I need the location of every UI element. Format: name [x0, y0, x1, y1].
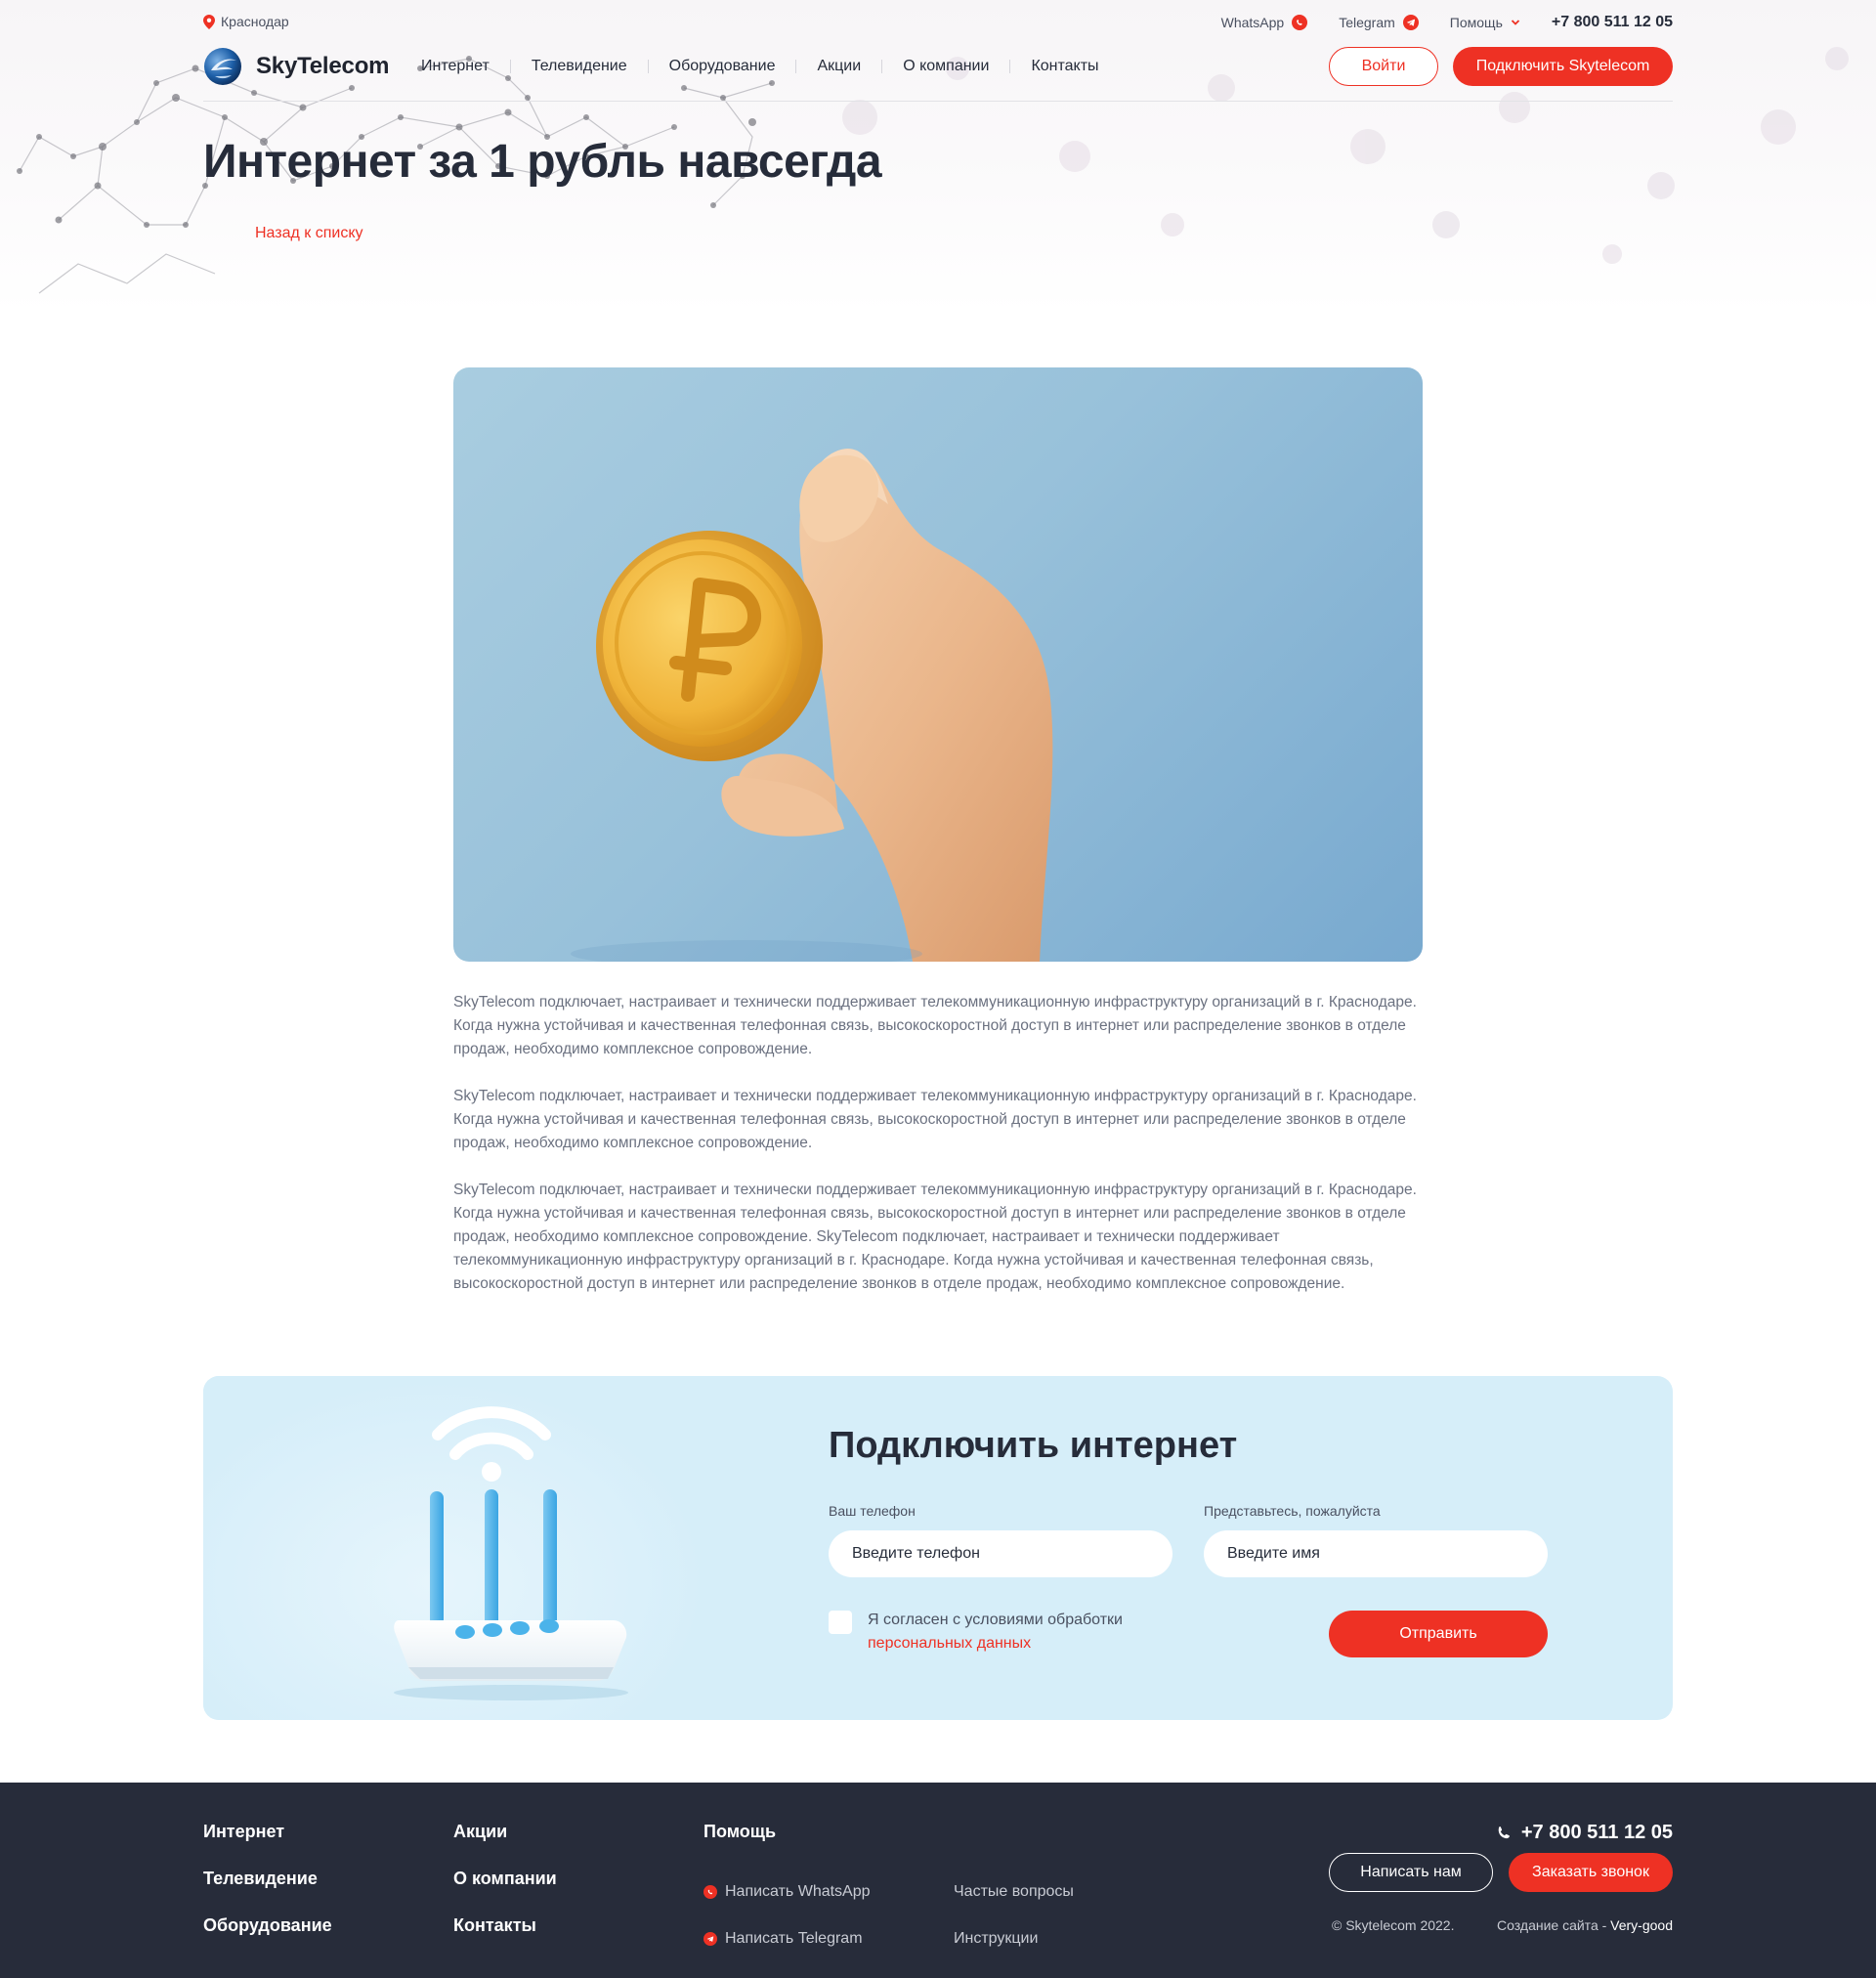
footer-link-promotions[interactable]: Акции: [453, 1822, 557, 1869]
consent-checkbox[interactable]: [829, 1611, 852, 1634]
write-us-button[interactable]: Написать нам: [1329, 1853, 1493, 1892]
chevron-down-icon: [1511, 20, 1520, 25]
main-nav: Интернет Телевидение Оборудование Акции …: [421, 57, 1120, 76]
whatsapp-label: WhatsApp: [1220, 15, 1285, 30]
whatsapp-icon: [1292, 15, 1308, 30]
consent-label: Я согласен с условиями обработки: [868, 1612, 1123, 1628]
whatsapp-link[interactable]: WhatsApp: [1221, 15, 1308, 30]
copyright: © Skytelecom 2022.: [1332, 1917, 1455, 1933]
phone-icon: [1498, 1826, 1510, 1838]
logo[interactable]: SkyTelecom: [203, 47, 389, 86]
article-body: SkyTelecom подключает, настраивает и тех…: [453, 991, 1423, 1319]
top-links: WhatsApp Telegram Помощь +7 800 511 12 0…: [1221, 14, 1673, 31]
back-to-list-link[interactable]: Назад к списку: [255, 225, 363, 242]
skytelecom-logo-icon: [204, 48, 241, 85]
telegram-link[interactable]: Telegram: [1339, 15, 1419, 30]
help-label: Помощь: [1449, 15, 1503, 30]
footer-whatsapp-label: Написать WhatsApp: [725, 1883, 871, 1900]
footer-link-equipment[interactable]: Оборудование: [203, 1915, 332, 1962]
footer-help-title: Помощь: [704, 1822, 777, 1841]
telegram-label: Telegram: [1339, 15, 1395, 30]
footer-phone-number: +7 800 511 12 05: [1520, 1822, 1673, 1843]
nav-item-tv[interactable]: Телевидение: [511, 57, 648, 76]
footer-link-about[interactable]: О компании: [453, 1869, 557, 1915]
page-title: Интернет за 1 рубль навсегда: [203, 136, 882, 188]
connect-title: Подключить интернет: [829, 1425, 1238, 1466]
footer-link-internet[interactable]: Интернет: [203, 1822, 332, 1869]
telegram-icon: [1402, 15, 1419, 30]
whatsapp-icon: [704, 1885, 717, 1899]
header-phone[interactable]: +7 800 511 12 05: [1552, 14, 1673, 31]
router-illustration: [203, 1376, 711, 1720]
footer-faq-link[interactable]: Частые вопросы: [954, 1869, 1074, 1915]
top-bar: Краснодар WhatsApp Telegram Помощь +7 80…: [203, 14, 1673, 33]
submit-button[interactable]: Отправить: [1329, 1611, 1548, 1657]
nav-item-about[interactable]: О компании: [882, 57, 1009, 76]
article-paragraph: SkyTelecom подключает, настраивает и тех…: [453, 1088, 1417, 1151]
footer: Интернет Телевидение Оборудование Акции …: [0, 1783, 1876, 1978]
map-pin-icon: [203, 14, 215, 29]
credit-text: Создание сайта -: [1497, 1917, 1607, 1933]
wifi-router-icon: [394, 1406, 628, 1700]
footer-column-help: Помощь Написать WhatsApp Написать Telegr…: [704, 1822, 871, 1962]
article-paragraph: SkyTelecom подключает, настраивает и тех…: [453, 1182, 1417, 1292]
logo-text: SkyTelecom: [256, 53, 390, 79]
nav-item-promotions[interactable]: Акции: [796, 57, 881, 76]
header: SkyTelecom Интернет Телевидение Оборудов…: [203, 45, 1673, 102]
hand-with-ruble-coin-illustration: [571, 449, 1053, 962]
phone-input[interactable]: Введите телефон: [829, 1530, 1172, 1577]
credit-link[interactable]: Very-good: [1610, 1917, 1673, 1933]
personal-data-link[interactable]: персональных данных: [868, 1632, 1123, 1656]
order-call-button[interactable]: Заказать звонок: [1509, 1853, 1673, 1892]
connect-internet-section: Подключить интернет Ваш телефон Введите …: [203, 1376, 1673, 1720]
footer-column-company: Акции О компании Контакты: [453, 1822, 557, 1962]
footer-column-services: Интернет Телевидение Оборудование: [203, 1822, 332, 1962]
phone-field-label: Ваш телефон: [829, 1503, 916, 1519]
nav-item-internet[interactable]: Интернет: [421, 57, 510, 76]
footer-whatsapp-link[interactable]: Написать WhatsApp: [704, 1869, 871, 1915]
consent-text: Я согласен с условиями обработки персона…: [868, 1609, 1123, 1656]
footer-link-tv[interactable]: Телевидение: [203, 1869, 332, 1915]
footer-instructions-link[interactable]: Инструкции: [954, 1915, 1074, 1962]
article-paragraph: SkyTelecom подключает, настраивает и тех…: [453, 994, 1417, 1057]
connect-skytelecom-button[interactable]: Подключить Skytelecom: [1453, 47, 1673, 86]
footer-telegram-label: Написать Telegram: [725, 1930, 863, 1947]
footer-column-help-extra: Частые вопросы Инструкции: [954, 1869, 1074, 1962]
name-field-label: Представьтесь, пожалуйста: [1204, 1503, 1381, 1519]
nav-item-contacts[interactable]: Контакты: [1010, 57, 1119, 76]
city-selector[interactable]: Краснодар: [203, 14, 289, 29]
telegram-icon: [704, 1932, 717, 1946]
name-input[interactable]: Введите имя: [1204, 1530, 1548, 1577]
city-label: Краснодар: [221, 14, 289, 29]
footer-link-contacts[interactable]: Контакты: [453, 1915, 557, 1962]
footer-phone[interactable]: +7 800 511 12 05: [1496, 1822, 1673, 1844]
nav-item-equipment[interactable]: Оборудование: [649, 57, 796, 76]
help-dropdown[interactable]: Помощь: [1450, 15, 1520, 30]
site-credit: Создание сайта - Very-good: [1497, 1917, 1673, 1933]
login-button[interactable]: Войти: [1329, 47, 1438, 86]
article-hero-image: [453, 367, 1423, 962]
footer-telegram-link[interactable]: Написать Telegram: [704, 1915, 871, 1962]
